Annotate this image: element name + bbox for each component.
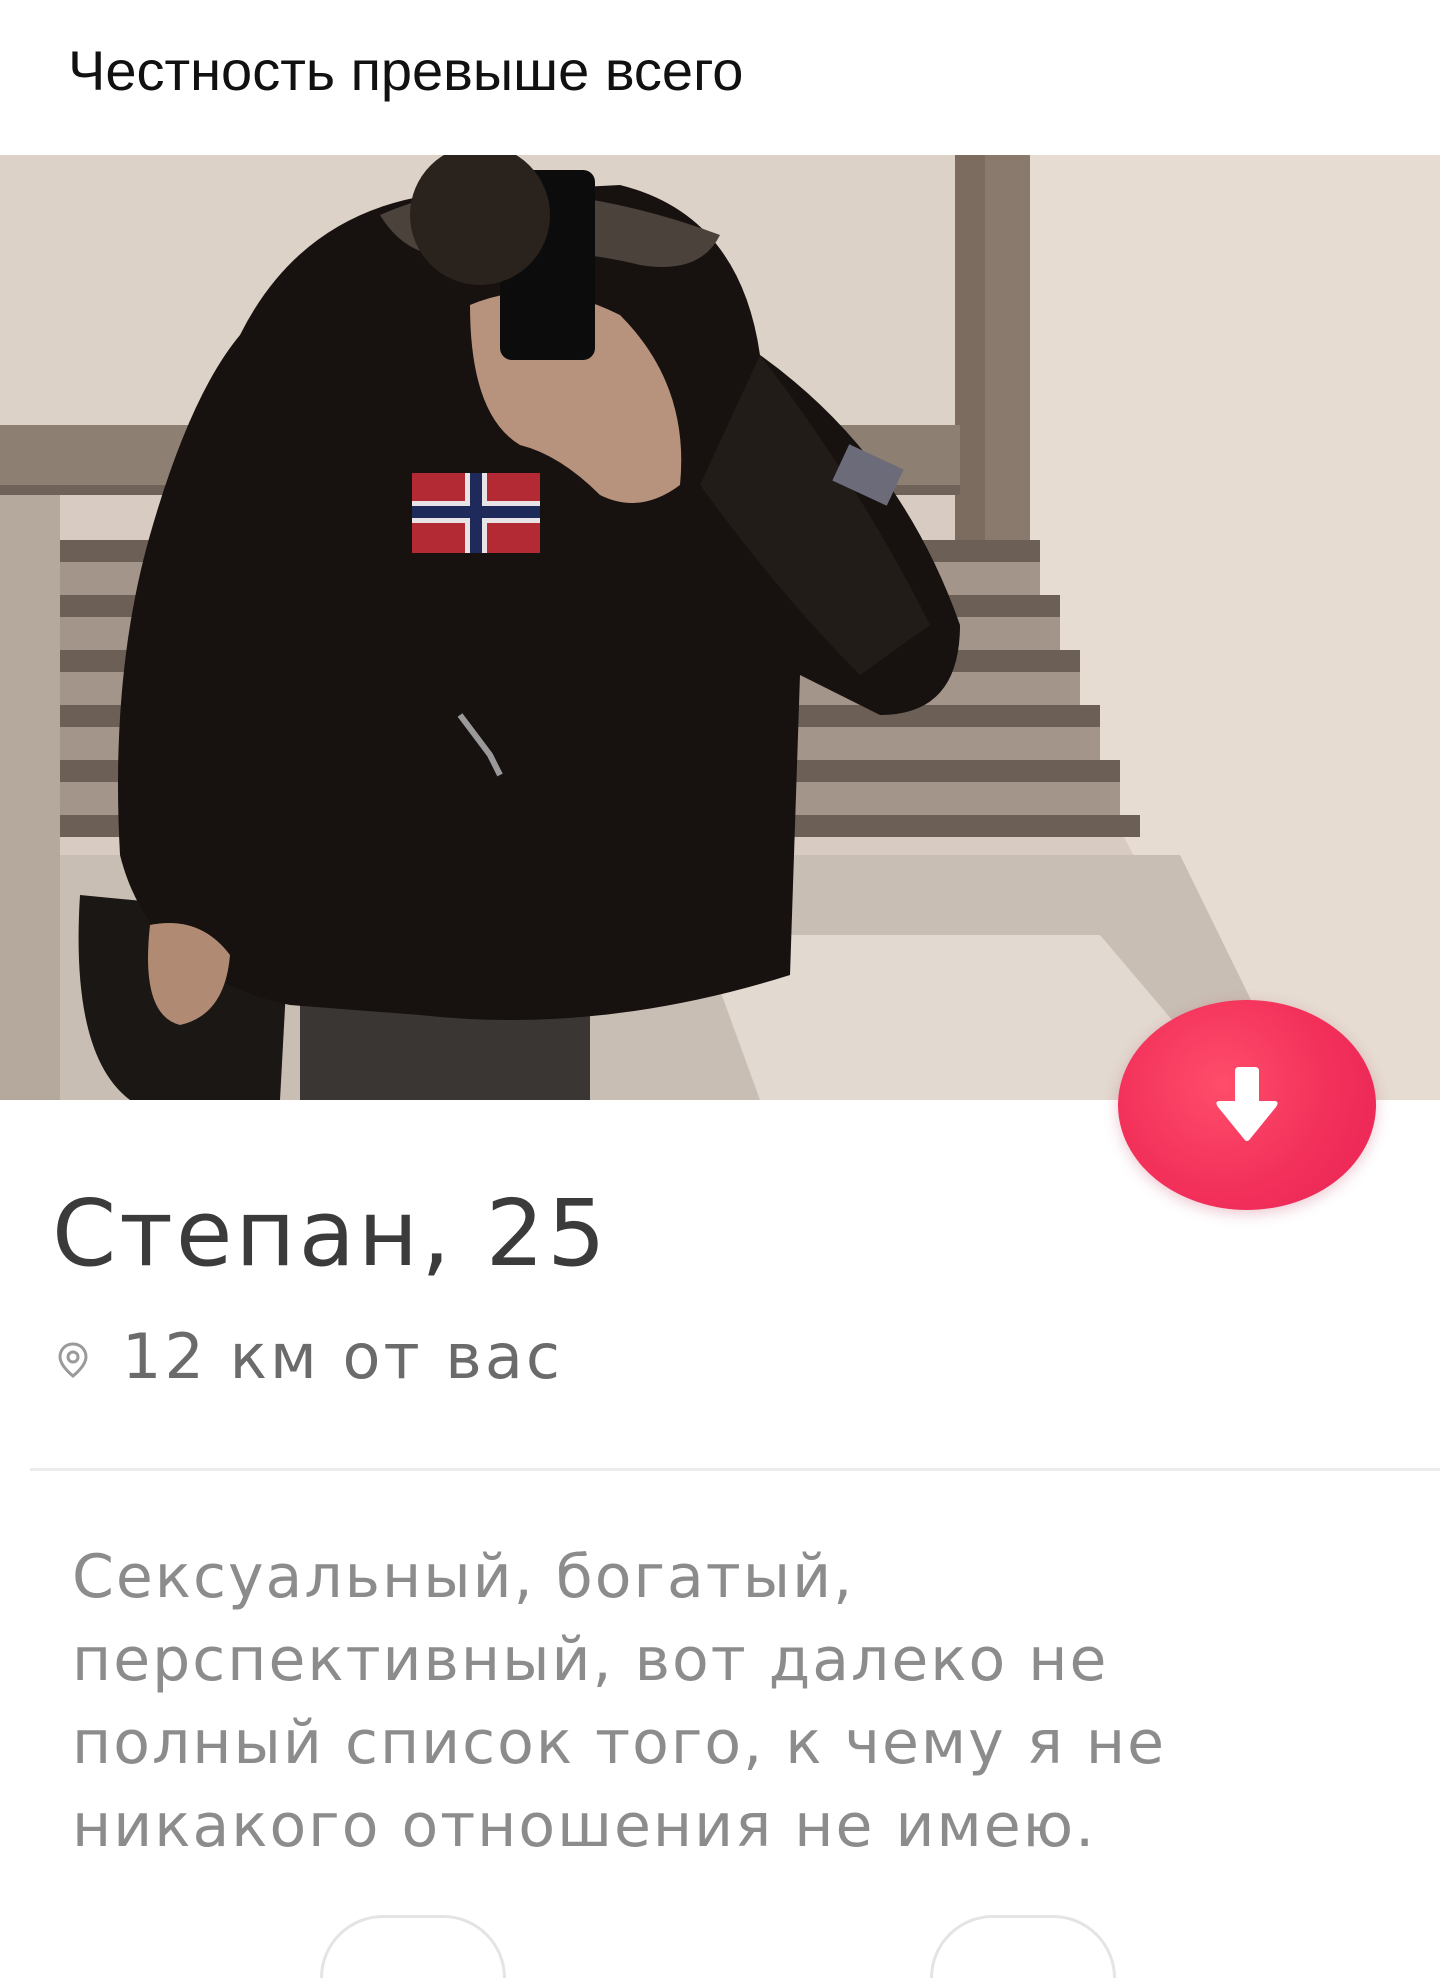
profile-name-age: Степан, 25	[52, 1180, 609, 1287]
profile-photo[interactable]	[0, 155, 1440, 1100]
bio-line: никакого отношения не имею.	[72, 1791, 1097, 1861]
divider	[30, 1468, 1440, 1471]
profile-bio: Сексуальный, богатый, перспективный, вот…	[72, 1536, 1412, 1868]
bio-line: перспективный, вот далеко не	[72, 1625, 1109, 1695]
bio-line: Сексуальный, богатый,	[72, 1542, 855, 1612]
arrow-down-icon	[1216, 1067, 1278, 1141]
distance-row: 12 км от вас	[58, 1320, 563, 1393]
bio-line: полный список того, к чему я не	[72, 1708, 1167, 1778]
profile-photo-illustration	[0, 155, 1440, 1100]
post-title: Честность превыше всего	[68, 39, 744, 102]
distance-text: 12 км от вас	[122, 1320, 563, 1393]
location-pin-icon	[58, 1341, 88, 1378]
dislike-button[interactable]	[1118, 1000, 1376, 1210]
